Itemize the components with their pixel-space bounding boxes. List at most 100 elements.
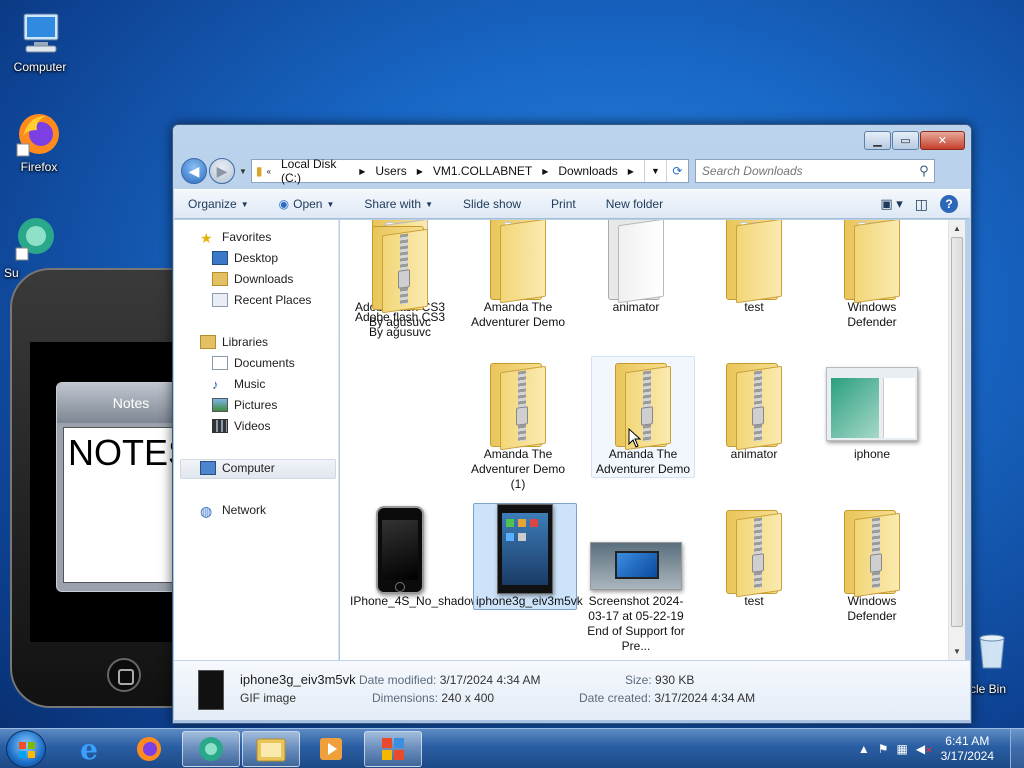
folder-item[interactable]: Amanda The Adventurer Demo	[466, 220, 570, 330]
image-item[interactable]: Screenshot 2024-03-17 at 05-22-19 End of…	[584, 504, 688, 654]
explorer-window: ▁ ▭ ✕ ◀ ▶ ▼ ▮ « Local Disk (C:) ▶ Users …	[172, 124, 972, 724]
refresh-icon[interactable]: ⟳	[665, 160, 688, 182]
back-button[interactable]: ◀	[181, 158, 207, 184]
folder-icon	[840, 220, 904, 304]
zip-folder-icon	[722, 510, 786, 598]
start-button[interactable]	[6, 730, 46, 768]
chevron-right-icon[interactable]: ▶	[628, 167, 634, 176]
nav-desktop[interactable]: Desktop	[212, 251, 278, 265]
address-bar[interactable]: ▮ « Local Disk (C:) ▶ Users ▶ VM1.COLLAB…	[250, 157, 689, 185]
chevron-right-icon[interactable]: ▶	[542, 167, 548, 176]
show-desktop-button[interactable]	[1010, 729, 1024, 768]
zip-item[interactable]: animator	[702, 357, 806, 462]
new-folder-button[interactable]: New folder	[606, 197, 663, 211]
taskbar-app[interactable]	[182, 731, 240, 767]
search-box[interactable]: ⚲	[694, 159, 935, 183]
item-label: Windows Defender	[847, 594, 897, 623]
preview-pane-icon[interactable]: ◫	[915, 196, 928, 213]
search-input[interactable]	[701, 164, 914, 178]
network-icon: ◍	[200, 503, 213, 519]
print-button[interactable]: Print	[551, 197, 576, 211]
computer-icon	[200, 461, 216, 475]
file-type: GIF image	[240, 691, 297, 705]
home-button[interactable]	[107, 658, 141, 692]
nav-favorites[interactable]: ★ Favorites	[200, 230, 271, 246]
nav-recent-places[interactable]: Recent Places	[212, 293, 311, 307]
zip-item[interactable]: Amanda The Adventurer Demo	[591, 356, 695, 478]
item-label: test	[744, 594, 764, 608]
file-thumbnail-icon	[198, 670, 224, 710]
close-button[interactable]: ✕	[920, 131, 965, 150]
music-icon: ♪	[212, 377, 219, 392]
organize-button[interactable]: Organize ▼	[188, 197, 249, 211]
share-with-button[interactable]: Share with ▼	[364, 197, 433, 211]
scroll-thumb[interactable]	[951, 237, 963, 627]
clock-date: 3/17/2024	[940, 749, 994, 763]
folder-item[interactable]: test	[702, 220, 806, 315]
firefox-icon	[137, 737, 161, 761]
zip-item[interactable]: Amanda The Adventurer Demo (1)	[466, 357, 570, 492]
minimize-button[interactable]: ▁	[864, 131, 891, 150]
forward-button[interactable]: ▶	[209, 158, 235, 184]
nav-libraries[interactable]: Libraries	[200, 335, 268, 349]
zip-folder-icon	[611, 363, 675, 451]
item-label: IPhone_4S_No_shadow	[350, 594, 480, 608]
scroll-up-icon[interactable]: ▲	[949, 220, 965, 237]
taskbar-firefox[interactable]	[120, 731, 178, 767]
desktop-icon-su[interactable]: Su	[0, 214, 72, 280]
breadcrumb-downloads[interactable]: Downloads	[558, 164, 617, 178]
nav-computer[interactable]: Computer	[200, 461, 275, 475]
zip-item[interactable]: Adobe flash CS3 By agusuvc	[348, 220, 452, 340]
item-label: animator	[612, 300, 660, 314]
recent-pages-dropdown[interactable]: ▼	[239, 167, 247, 176]
clock[interactable]: 6:41 AM 3/17/2024	[941, 734, 994, 764]
open-button[interactable]: ◉ Open ▼	[279, 197, 335, 211]
details-pane: iphone3g_eiv3m5vk GIF image Date modifie…	[174, 660, 970, 720]
image-item-selected[interactable]: iphone3g_eiv3m5vk	[473, 503, 583, 610]
breadcrumb-user[interactable]: VM1.COLLABNET	[433, 164, 532, 178]
nav-documents[interactable]: Documents	[212, 356, 295, 370]
nav-music[interactable]: ♪ Music	[212, 377, 265, 392]
zip-item[interactable]: Windows Defender	[820, 504, 924, 624]
command-bar: Organize ▼ ◉ Open ▼ Share with ▼ Slide show …	[174, 189, 970, 219]
image-item[interactable]: iphone	[820, 357, 924, 462]
slide-show-button[interactable]: Slide show	[463, 197, 521, 211]
chevron-right-icon[interactable]: ▶	[359, 167, 365, 176]
scroll-down-icon[interactable]: ▼	[949, 643, 965, 660]
chevron-left-icon[interactable]: «	[267, 167, 271, 176]
dimensions: Dimensions: 240 x 400	[372, 691, 495, 705]
taskbar-explorer[interactable]	[242, 731, 300, 767]
volume-muted-icon[interactable]: ◀✕	[916, 742, 933, 756]
address-dropdown-icon[interactable]: ▼	[643, 160, 666, 182]
maximize-button[interactable]: ▭	[892, 131, 919, 150]
show-hidden-icons-icon[interactable]: ▲	[858, 742, 870, 756]
nav-videos[interactable]: Videos	[212, 419, 270, 433]
taskbar-internet-explorer[interactable]: e	[60, 731, 118, 767]
change-view-icon[interactable]: ▣ ▾	[880, 196, 902, 212]
breadcrumb-users[interactable]: Users	[375, 164, 406, 178]
breadcrumb-local-disk[interactable]: Local Disk (C:)	[281, 157, 349, 185]
nav-pictures[interactable]: Pictures	[212, 398, 277, 412]
nav-downloads[interactable]: Downloads	[212, 272, 293, 286]
item-label: test	[744, 300, 764, 314]
taskbar-media-player[interactable]	[302, 731, 360, 767]
nav-network[interactable]: ◍ Network	[200, 503, 266, 519]
vertical-scrollbar[interactable]: ▲ ▼	[948, 220, 965, 660]
item-label: Amanda The Adventurer Demo	[470, 300, 566, 329]
folder-item[interactable]: Windows Defender	[820, 220, 924, 330]
folder-item[interactable]: animator	[584, 220, 688, 315]
image-item[interactable]: IPhone_4S_No_shadow	[348, 504, 480, 609]
item-label: Adobe flash CS3 By agusuvc	[354, 310, 446, 339]
chevron-right-icon[interactable]: ▶	[417, 167, 423, 176]
taskbar-app-2[interactable]	[364, 731, 422, 767]
app-icon	[199, 737, 223, 761]
documents-icon	[212, 356, 228, 370]
network-icon[interactable]: ▦	[896, 742, 907, 756]
search-icon[interactable]: ⚲	[914, 163, 934, 179]
desktop-icon-firefox[interactable]: Firefox	[1, 110, 77, 174]
action-center-flag-icon[interactable]: ⚑	[878, 742, 889, 756]
firefox-icon	[15, 110, 63, 158]
zip-item[interactable]: test	[702, 504, 806, 609]
desktop-icon-computer[interactable]: Computer	[2, 10, 78, 74]
help-icon[interactable]: ?	[940, 195, 958, 213]
